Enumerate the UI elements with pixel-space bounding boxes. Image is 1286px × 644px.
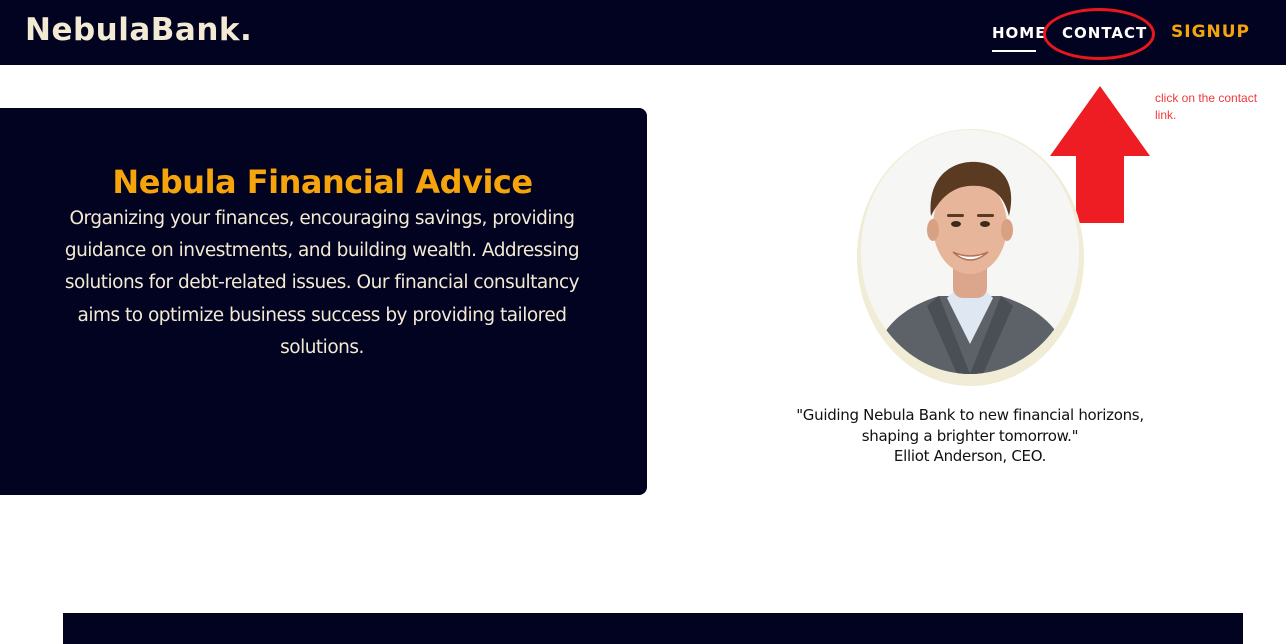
quote-line-1: "Guiding Nebula Bank to new financial ho… <box>796 406 1144 424</box>
next-section-band <box>63 613 1243 644</box>
annotation-highlight-ellipse <box>1043 8 1155 60</box>
nav-signup-link[interactable]: SIGNUP <box>1171 22 1250 42</box>
ceo-portrait-image <box>861 130 1079 374</box>
advice-description: Organizing your finances, encouraging sa… <box>64 208 580 358</box>
nav-home-active-underline <box>992 50 1036 52</box>
advice-title: Nebula Financial Advice <box>112 163 533 201</box>
brand-logo[interactable]: NebulaBank. <box>25 12 252 48</box>
ceo-quote: "Guiding Nebula Bank to new financial ho… <box>770 405 1170 467</box>
annotation-note: click on the contact link. <box>1155 91 1258 122</box>
quote-attribution: Elliot Anderson, CEO. <box>893 447 1047 465</box>
nav-home-link[interactable]: HOME <box>992 24 1046 42</box>
quote-line-2: shaping a brighter tomorrow." <box>861 426 1079 445</box>
